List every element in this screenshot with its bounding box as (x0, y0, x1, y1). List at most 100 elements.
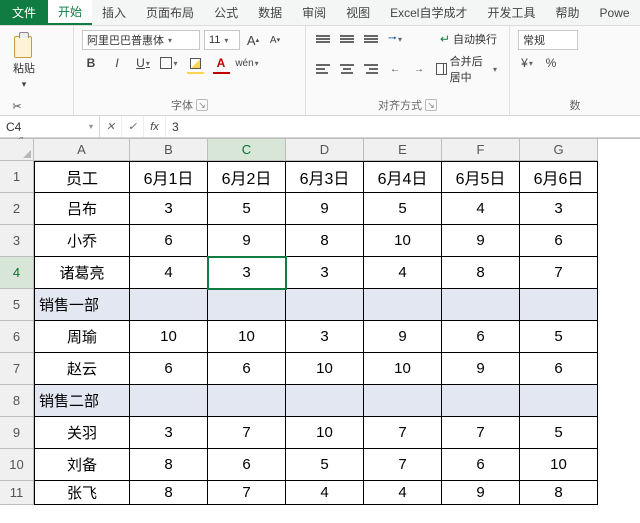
row-header[interactable]: 5 (0, 289, 34, 321)
cell[interactable]: 4 (286, 481, 364, 505)
cell[interactable]: 6 (208, 449, 286, 481)
row-header[interactable]: 1 (0, 161, 34, 193)
cell[interactable]: 6 (130, 353, 208, 385)
increase-font-icon[interactable]: A▴ (244, 31, 262, 49)
cell[interactable]: 9 (442, 225, 520, 257)
cell[interactable]: 5 (208, 193, 286, 225)
tab-home[interactable]: 开始 (48, 0, 92, 25)
tab-file[interactable]: 文件 (0, 0, 48, 25)
bold-button[interactable]: B (82, 54, 100, 72)
cell[interactable]: 3 (208, 257, 286, 289)
tab-help[interactable]: 帮助 (546, 0, 590, 25)
cell[interactable]: 9 (442, 481, 520, 505)
cell[interactable]: 9 (286, 193, 364, 225)
cell[interactable]: 销售一部 (34, 289, 130, 321)
wrap-text-button[interactable]: 自动换行 (436, 30, 501, 48)
cell[interactable]: 8 (130, 449, 208, 481)
cell[interactable] (520, 385, 598, 417)
cell[interactable]: 3 (130, 417, 208, 449)
cell[interactable]: 6 (520, 353, 598, 385)
cell[interactable]: 7 (208, 417, 286, 449)
column-header[interactable]: B (130, 139, 208, 161)
cell[interactable]: 4 (364, 481, 442, 505)
cell[interactable]: 刘备 (34, 449, 130, 481)
cell[interactable]: 7 (364, 449, 442, 481)
cell[interactable]: 9 (208, 225, 286, 257)
merge-center-button[interactable]: 合并后居中 (432, 52, 501, 86)
formula-input[interactable]: 3 (166, 116, 640, 137)
cell[interactable]: 6月2日 (208, 161, 286, 193)
underline-button[interactable]: U (134, 54, 152, 72)
cancel-formula-icon[interactable]: ✕ (100, 116, 122, 137)
cell[interactable]: 6 (130, 225, 208, 257)
tab-page-layout[interactable]: 页面布局 (136, 0, 204, 25)
fill-color-button[interactable] (186, 54, 204, 72)
row-header[interactable]: 4 (0, 257, 34, 289)
cell[interactable]: 5 (364, 193, 442, 225)
cell[interactable] (286, 289, 364, 321)
tab-power[interactable]: Powe (590, 0, 640, 25)
tab-data[interactable]: 数据 (248, 0, 292, 25)
row-header[interactable]: 7 (0, 353, 34, 385)
number-format-combo[interactable]: 常规 (518, 30, 578, 50)
align-middle-icon[interactable] (338, 30, 356, 48)
cell[interactable]: 3 (286, 321, 364, 353)
enter-formula-icon[interactable]: ✓ (122, 116, 144, 137)
row-header[interactable]: 9 (0, 417, 34, 449)
tab-formulas[interactable]: 公式 (204, 0, 248, 25)
column-header[interactable]: F (442, 139, 520, 161)
cell[interactable]: 4 (130, 257, 208, 289)
cell[interactable]: 员工 (34, 161, 130, 193)
cell[interactable]: 6 (208, 353, 286, 385)
column-header[interactable]: E (364, 139, 442, 161)
cell[interactable]: 10 (520, 449, 598, 481)
cell[interactable] (364, 289, 442, 321)
align-right-icon[interactable] (362, 60, 380, 78)
cell[interactable]: 关羽 (34, 417, 130, 449)
row-header[interactable]: 10 (0, 449, 34, 481)
column-header[interactable]: G (520, 139, 598, 161)
select-all-button[interactable] (0, 139, 34, 161)
cell[interactable]: 6月3日 (286, 161, 364, 193)
cell[interactable]: 9 (364, 321, 442, 353)
cell[interactable]: 6 (442, 321, 520, 353)
column-header[interactable]: D (286, 139, 364, 161)
font-size-combo[interactable]: 11 ▾ (204, 30, 240, 50)
row-header[interactable]: 2 (0, 193, 34, 225)
cell[interactable] (130, 385, 208, 417)
cell[interactable] (286, 385, 364, 417)
decrease-indent-icon[interactable] (386, 60, 404, 78)
percent-format-icon[interactable]: % (542, 54, 560, 72)
cell[interactable]: 6月5日 (442, 161, 520, 193)
cell[interactable]: 10 (130, 321, 208, 353)
phonetic-button[interactable]: wén (238, 54, 256, 72)
cell[interactable]: 4 (442, 193, 520, 225)
insert-function-icon[interactable]: fx (144, 116, 166, 137)
cell[interactable]: 8 (130, 481, 208, 505)
tab-developer[interactable]: 开发工具 (477, 0, 545, 25)
cell[interactable]: 7 (208, 481, 286, 505)
increase-indent-icon[interactable] (410, 60, 428, 78)
cell[interactable]: 小乔 (34, 225, 130, 257)
align-bottom-icon[interactable] (362, 30, 380, 48)
row-header[interactable]: 3 (0, 225, 34, 257)
cell[interactable]: 赵云 (34, 353, 130, 385)
cell[interactable]: 5 (286, 449, 364, 481)
cell[interactable]: 10 (286, 417, 364, 449)
cell[interactable]: 7 (442, 417, 520, 449)
cell[interactable]: 6 (520, 225, 598, 257)
accounting-format-icon[interactable]: ¥ (518, 54, 536, 72)
cell[interactable]: 7 (520, 257, 598, 289)
border-button[interactable] (160, 54, 178, 72)
align-top-icon[interactable] (314, 30, 332, 48)
cell[interactable]: 周瑜 (34, 321, 130, 353)
paste-dropdown-icon[interactable]: ▾ (17, 76, 31, 92)
cell[interactable]: 诸葛亮 (34, 257, 130, 289)
cell[interactable]: 吕布 (34, 193, 130, 225)
cell[interactable] (442, 289, 520, 321)
cell[interactable]: 10 (364, 225, 442, 257)
align-launcher-icon[interactable]: ↘ (425, 99, 437, 111)
row-header[interactable]: 11 (0, 481, 34, 505)
tab-review[interactable]: 审阅 (292, 0, 336, 25)
cell[interactable]: 6月4日 (364, 161, 442, 193)
